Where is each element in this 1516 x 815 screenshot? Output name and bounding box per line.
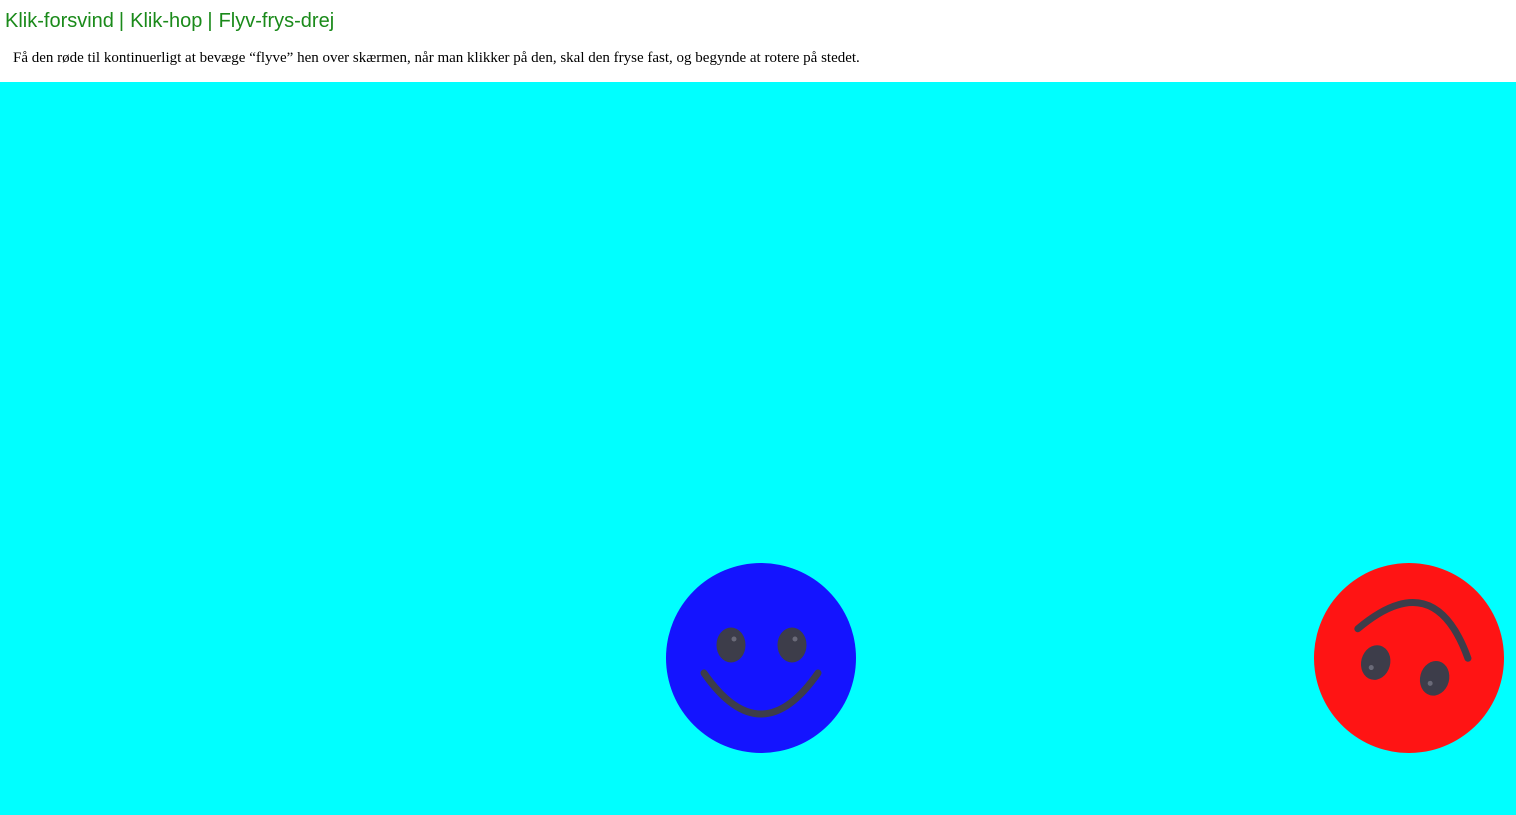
smiley-face-icon	[1314, 563, 1504, 753]
nav-separator: |	[207, 10, 213, 32]
eye-highlight	[731, 636, 737, 642]
smiley-left-eye	[716, 627, 746, 663]
nav-link-flyv-frys-drej[interactable]: Flyv-frys-drej	[219, 10, 335, 32]
eye-highlight	[792, 636, 798, 642]
blue-smiley[interactable]	[666, 563, 856, 753]
smiley-right-eye	[777, 627, 807, 663]
smiley-face-circle	[1314, 563, 1504, 753]
nav-link-klik-forsvind[interactable]: Klik-forsvind	[5, 10, 114, 32]
exercise-nav: Klik-forsvind | Klik-hop | Flyv-frys-drej	[5, 9, 334, 33]
nav-separator: |	[118, 10, 125, 32]
red-smiley[interactable]	[1314, 563, 1504, 753]
animation-stage	[0, 82, 1516, 815]
nav-link-klik-hop[interactable]: Klik-hop	[130, 10, 202, 32]
page: Klik-forsvind | Klik-hop | Flyv-frys-drej Få…	[0, 0, 1516, 815]
exercise-description: Få den røde til kontinuerligt at bevæge …	[13, 50, 860, 66]
smiley-face-circle	[666, 563, 856, 753]
smiley-face-icon	[666, 563, 856, 753]
